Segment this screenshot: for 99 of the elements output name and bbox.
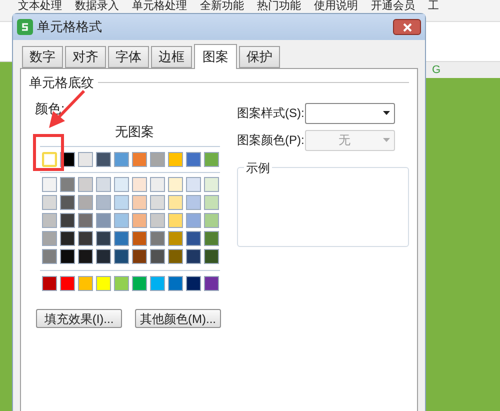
color-swatch[interactable]: [204, 152, 219, 166]
color-swatch[interactable]: [60, 194, 75, 210]
color-swatch[interactable]: [78, 194, 93, 210]
color-swatch[interactable]: [186, 276, 201, 290]
color-swatch[interactable]: [114, 248, 129, 264]
menu-item[interactable]: 单元格处理: [132, 0, 187, 12]
dialog-button[interactable]: 其他颜色(M)...: [135, 308, 221, 328]
group-title: 单元格底纹: [29, 74, 94, 92]
color-swatch[interactable]: [96, 212, 111, 228]
close-button[interactable]: [393, 19, 421, 35]
color-swatch[interactable]: [114, 212, 129, 228]
menu-item[interactable]: 工: [428, 0, 439, 12]
color-swatch[interactable]: [42, 248, 57, 264]
color-swatch[interactable]: [132, 176, 147, 192]
menu-item[interactable]: 全新功能: [200, 0, 244, 12]
color-swatch[interactable]: [168, 230, 183, 246]
tab[interactable]: 字体: [108, 46, 149, 68]
color-swatch[interactable]: [42, 212, 57, 228]
color-swatch[interactable]: [78, 276, 93, 290]
color-swatch[interactable]: [168, 176, 183, 192]
color-swatch[interactable]: [42, 176, 57, 192]
color-swatch[interactable]: [204, 230, 219, 246]
color-swatch[interactable]: [114, 176, 129, 192]
color-swatch[interactable]: [186, 176, 201, 192]
color-swatch[interactable]: [132, 212, 147, 228]
color-swatch[interactable]: [78, 152, 93, 166]
menu-item[interactable]: 数据录入: [75, 0, 119, 12]
menu-item[interactable]: 使用说明: [314, 0, 358, 12]
color-swatch[interactable]: [132, 276, 147, 290]
arrow-drawing: [47, 89, 87, 130]
color-swatch[interactable]: [186, 230, 201, 246]
color-swatch[interactable]: [78, 212, 93, 228]
color-swatch[interactable]: [114, 152, 129, 166]
field-label: 图案样式(S):: [237, 105, 301, 122]
color-swatch[interactable]: [132, 230, 147, 246]
color-swatch[interactable]: [132, 248, 147, 264]
color-swatch[interactable]: [96, 276, 111, 290]
color-swatch[interactable]: [132, 152, 147, 166]
color-swatch[interactable]: [60, 276, 75, 290]
color-swatch[interactable]: [168, 276, 183, 290]
color-swatch[interactable]: [150, 276, 165, 290]
tab[interactable]: 边框: [151, 46, 192, 68]
dropdown-arrow-icon: [383, 111, 390, 115]
menu-item[interactable]: 热门功能: [257, 0, 301, 12]
dialog-button[interactable]: 填充效果(I)...: [36, 308, 122, 328]
color-swatch[interactable]: [96, 230, 111, 246]
color-swatch[interactable]: [42, 230, 57, 246]
app-logo-icon: [17, 19, 33, 35]
color-swatch[interactable]: [168, 212, 183, 228]
color-swatch[interactable]: [186, 212, 201, 228]
field-label: 图案颜色(P):: [237, 132, 301, 149]
color-swatch[interactable]: [150, 212, 165, 228]
window-title: 单元格格式: [37, 18, 103, 36]
color-swatch[interactable]: [42, 194, 57, 210]
color-swatch[interactable]: [114, 194, 129, 210]
color-swatch[interactable]: [96, 152, 111, 166]
color-swatch[interactable]: [78, 230, 93, 246]
color-swatch[interactable]: [186, 248, 201, 264]
tab[interactable]: 数字: [22, 46, 63, 68]
color-swatch[interactable]: [204, 194, 219, 210]
color-swatch[interactable]: [186, 152, 201, 166]
column-header: G: [426, 62, 500, 78]
color-swatch[interactable]: [96, 248, 111, 264]
close-icon: [402, 22, 412, 32]
color-swatch[interactable]: [204, 276, 219, 290]
color-swatch[interactable]: [168, 194, 183, 210]
tab[interactable]: 对齐: [65, 46, 106, 68]
menu-item[interactable]: 开通会员: [371, 0, 415, 12]
color-swatch[interactable]: [150, 176, 165, 192]
tab[interactable]: 图案: [194, 44, 237, 69]
color-swatch[interactable]: [96, 194, 111, 210]
color-swatch[interactable]: [60, 176, 75, 192]
color-swatch[interactable]: [60, 212, 75, 228]
color-swatch[interactable]: [150, 152, 165, 166]
color-swatch[interactable]: [114, 276, 129, 290]
no-pattern-button[interactable]: 无图案: [115, 122, 154, 142]
color-swatch[interactable]: [114, 230, 129, 246]
color-swatch[interactable]: [150, 230, 165, 246]
color-swatch[interactable]: [168, 248, 183, 264]
dropdown-arrow-icon: [383, 138, 390, 142]
color-swatch[interactable]: [96, 176, 111, 192]
color-swatch[interactable]: [45, 154, 54, 164]
pattern-style-select[interactable]: [305, 102, 395, 124]
color-swatch[interactable]: [168, 152, 183, 166]
color-swatch[interactable]: [78, 248, 93, 264]
color-swatch[interactable]: [204, 176, 219, 192]
tab[interactable]: 保护: [239, 46, 280, 68]
color-swatch[interactable]: [204, 212, 219, 228]
color-swatch[interactable]: [132, 194, 147, 210]
color-swatch[interactable]: [60, 230, 75, 246]
color-swatch[interactable]: [204, 248, 219, 264]
color-swatch[interactable]: [150, 194, 165, 210]
menu-item[interactable]: 文本处理: [18, 0, 62, 12]
highlight-box: [33, 134, 64, 171]
color-swatch[interactable]: [78, 176, 93, 192]
color-swatch[interactable]: [186, 194, 201, 210]
color-swatch[interactable]: [150, 248, 165, 264]
color-swatch[interactable]: [42, 276, 57, 290]
color-swatch[interactable]: [60, 248, 75, 264]
